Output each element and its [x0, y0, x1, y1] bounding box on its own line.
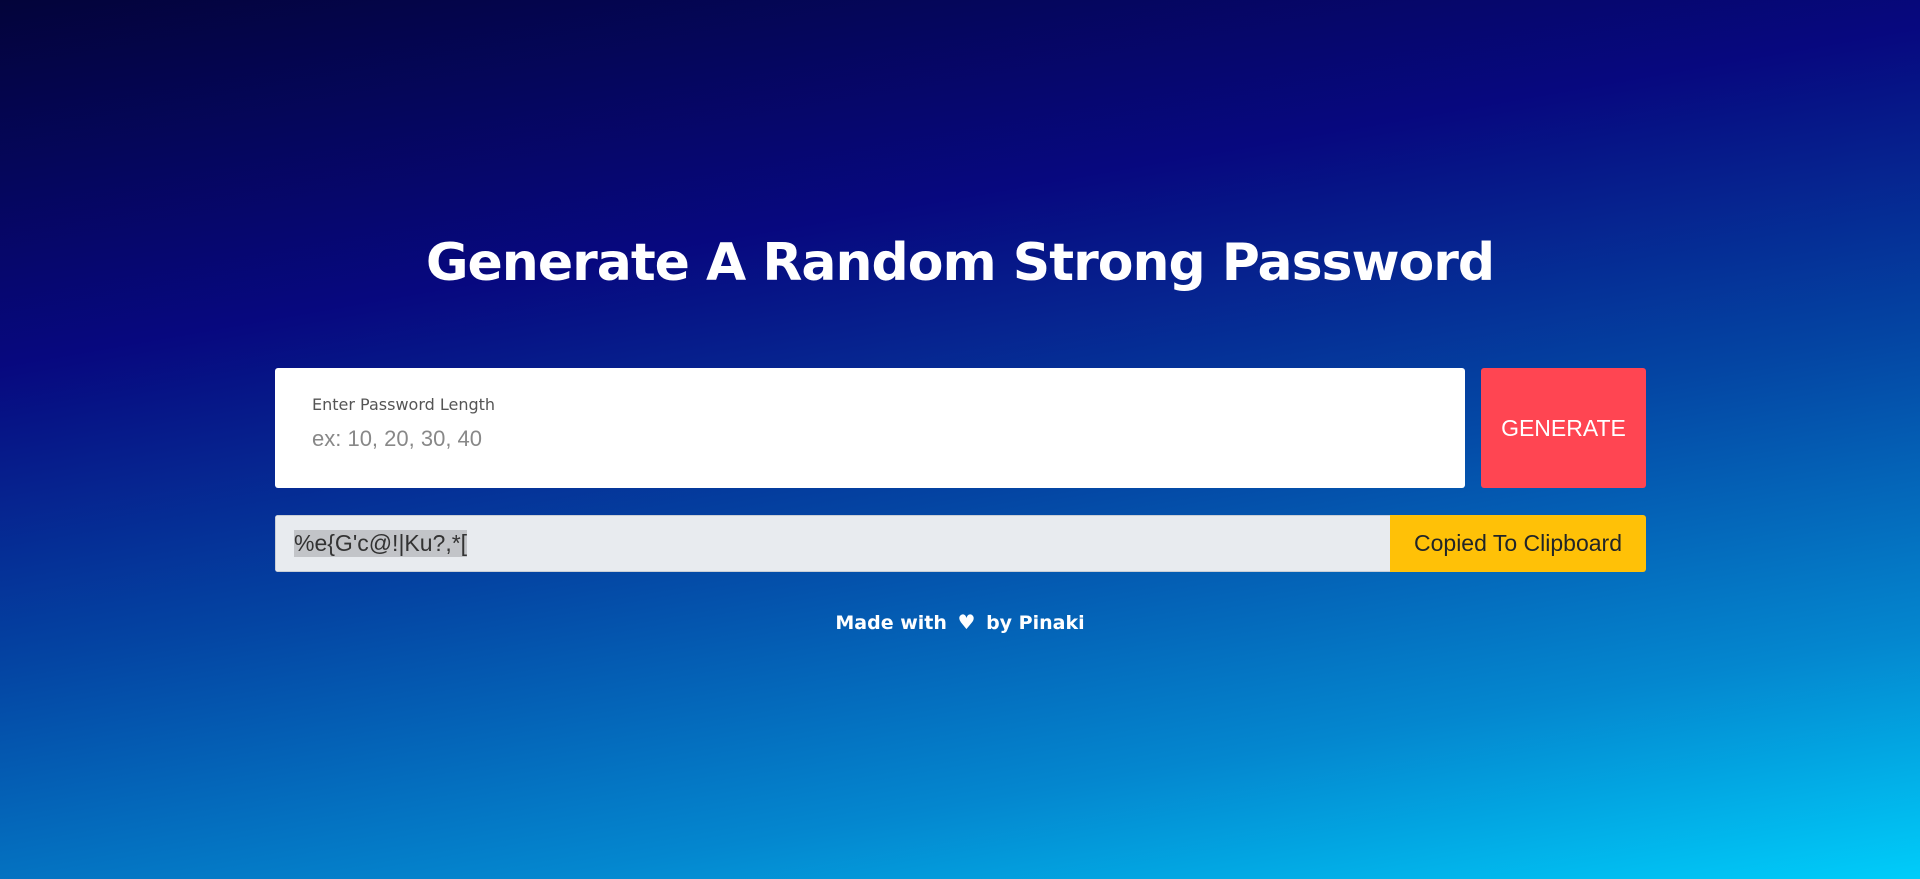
footer-author: by Pinaki [986, 612, 1085, 634]
password-result-row: %e{G'c@!|Ku?,*[ Copied To Clipboard [275, 515, 1646, 572]
heart-icon: ♥ [957, 610, 976, 634]
generated-password-text: %e{G'c@!|Ku?,*[ [294, 530, 468, 557]
page-title: Generate A Random Strong Password [425, 233, 1495, 293]
generated-password-field[interactable]: %e{G'c@!|Ku?,*[ [275, 515, 1390, 572]
copy-to-clipboard-button[interactable]: Copied To Clipboard [1390, 515, 1646, 572]
footer-made-with: Made with [835, 612, 947, 634]
password-length-card: Enter Password Length [275, 368, 1465, 488]
footer: Made with ♥ by Pinaki [0, 610, 1920, 635]
generate-button[interactable]: GENERATE [1481, 368, 1646, 488]
password-length-input[interactable] [312, 425, 1412, 453]
password-length-label: Enter Password Length [312, 395, 496, 414]
